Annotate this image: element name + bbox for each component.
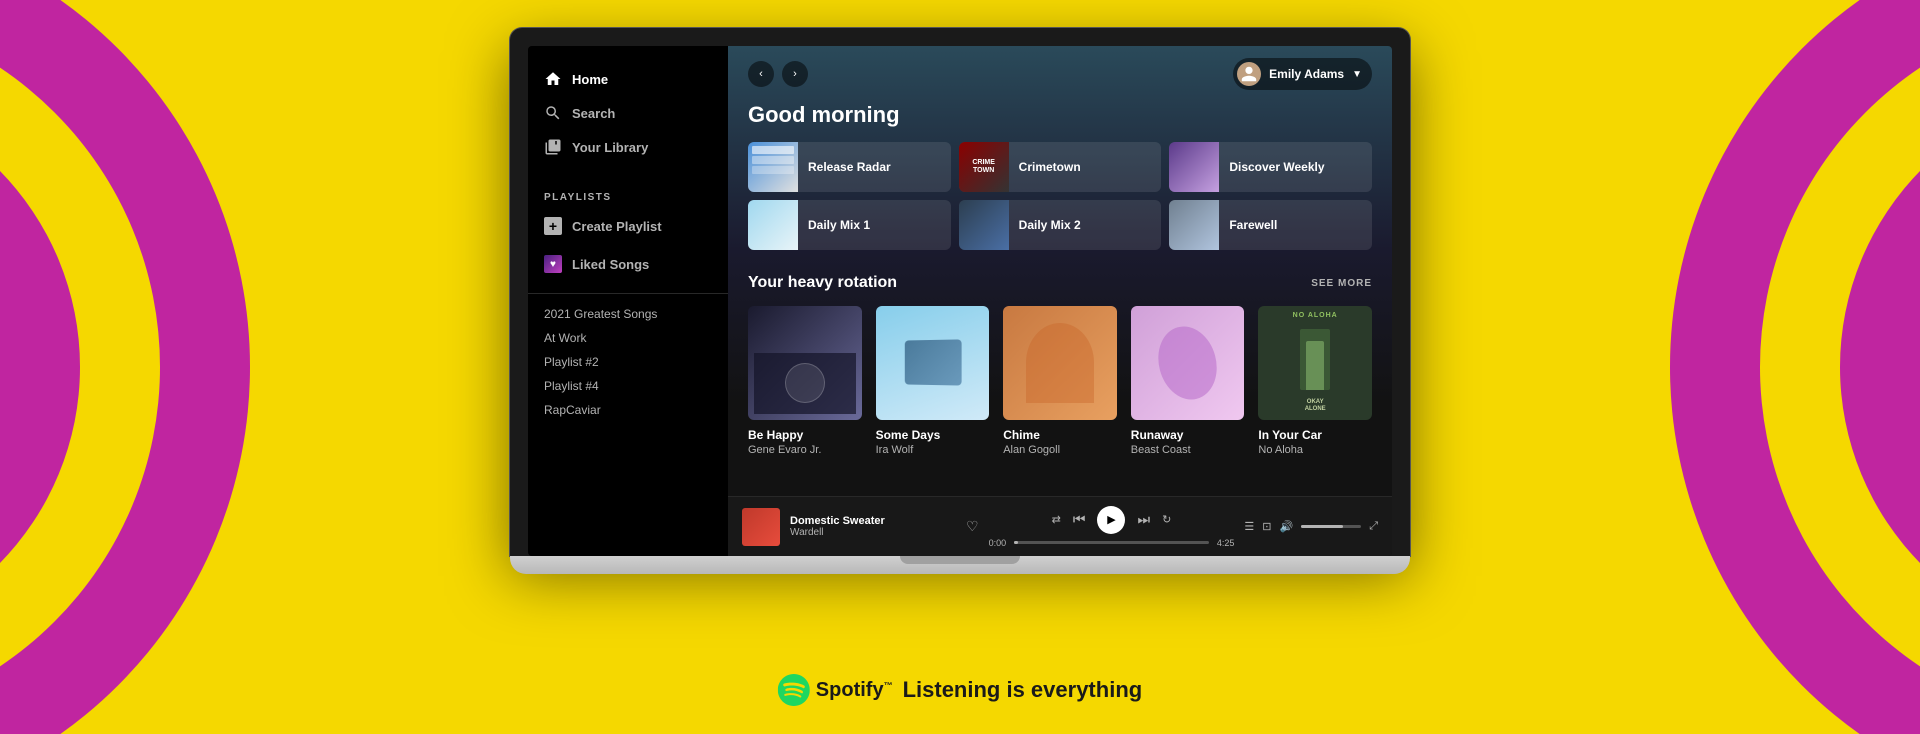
rotation-artist: Beast Coast bbox=[1131, 444, 1245, 456]
np-repeat-button[interactable]: ↻ bbox=[1162, 513, 1171, 526]
playlist-item-2[interactable]: Playlist #2 bbox=[528, 350, 728, 374]
np-extra-controls: ☰ ⊡ 🔊 ⤢ bbox=[1244, 520, 1378, 533]
rotation-title: Be Happy bbox=[748, 428, 862, 442]
user-name: Emily Adams bbox=[1269, 67, 1344, 81]
top-bar: ‹ › Emily Adams ▼ bbox=[728, 46, 1392, 102]
user-menu-chevron: ▼ bbox=[1352, 69, 1362, 80]
quick-card-label: Daily Mix 1 bbox=[808, 218, 870, 232]
np-controls: ⇄ ⏮ ▶ ⏭ ↻ 0:00 4:25 bbox=[989, 506, 1235, 548]
rotation-card-chime[interactable]: Chime Alan Gogoll bbox=[1003, 306, 1117, 456]
spotify-branding: Spotify™ Listening is everything bbox=[778, 674, 1142, 706]
quick-card-label: Release Radar bbox=[808, 160, 891, 174]
np-track-name: Domestic Sweater bbox=[790, 515, 950, 527]
np-progress-bar[interactable]: 0:00 4:25 bbox=[989, 538, 1235, 548]
user-avatar bbox=[1237, 62, 1261, 86]
sidebar-item-home[interactable]: Home bbox=[528, 62, 728, 96]
sidebar: Home Search Your Library PLAYLISTS bbox=[528, 46, 728, 556]
spotify-tagline: Listening is everything bbox=[903, 677, 1143, 703]
np-queue-icon[interactable]: ☰ bbox=[1244, 520, 1254, 533]
np-buttons: ⇄ ⏮ ▶ ⏭ ↻ bbox=[1052, 506, 1172, 534]
rotation-title: Some Days bbox=[876, 428, 990, 442]
rotation-artist: No Aloha bbox=[1258, 444, 1372, 456]
quick-card-discover-weekly[interactable]: Discover Weekly bbox=[1169, 142, 1372, 192]
main-content: ‹ › Emily Adams ▼ Good mor bbox=[728, 46, 1392, 556]
playlist-item-3[interactable]: Playlist #4 bbox=[528, 374, 728, 398]
np-next-button[interactable]: ⏭ bbox=[1137, 511, 1150, 528]
quick-card-label: Farewell bbox=[1229, 218, 1277, 232]
nav-buttons: ‹ › bbox=[748, 61, 808, 87]
np-prev-button[interactable]: ⏮ bbox=[1073, 511, 1086, 528]
rotation-artist: Ira Wolf bbox=[876, 444, 990, 456]
rotation-title: Chime bbox=[1003, 428, 1117, 442]
np-volume-icon[interactable]: 🔊 bbox=[1279, 520, 1293, 533]
greeting: Good morning bbox=[748, 102, 1372, 128]
progress-fill bbox=[1014, 541, 1018, 544]
quick-card-label: Crimetown bbox=[1019, 160, 1081, 174]
np-fullscreen-icon[interactable]: ⤢ bbox=[1369, 520, 1378, 533]
laptop-base bbox=[510, 556, 1410, 574]
np-shuffle-button[interactable]: ⇄ bbox=[1052, 513, 1061, 526]
spotify-logo: Spotify™ bbox=[778, 674, 893, 706]
quick-card-label: Daily Mix 2 bbox=[1019, 218, 1081, 232]
nav-forward-button[interactable]: › bbox=[782, 61, 808, 87]
np-volume-bar[interactable] bbox=[1301, 525, 1361, 528]
quick-card-daily-mix-1[interactable]: Daily Mix 1 bbox=[748, 200, 951, 250]
rotation-artist: Alan Gogoll bbox=[1003, 444, 1117, 456]
np-album-art bbox=[742, 508, 780, 546]
rotation-card-runaway[interactable]: Runaway Beast Coast bbox=[1131, 306, 1245, 456]
np-heart-button[interactable]: ♡ bbox=[966, 518, 979, 535]
playlist-item-1[interactable]: At Work bbox=[528, 326, 728, 350]
np-current-time: 0:00 bbox=[989, 538, 1007, 548]
content-area: Good morning bbox=[728, 102, 1392, 496]
quick-card-crimetown[interactable]: CRIMETOWN Crimetown bbox=[959, 142, 1162, 192]
liked-songs-action[interactable]: ♥ Liked Songs bbox=[528, 247, 728, 281]
np-devices-icon[interactable]: ⊡ bbox=[1262, 520, 1271, 533]
quick-card-daily-mix-2[interactable]: Daily Mix 2 bbox=[959, 200, 1162, 250]
np-track-info: Domestic Sweater Wardell bbox=[790, 515, 950, 538]
rotation-title: Runaway bbox=[1131, 428, 1245, 442]
quick-card-release-radar[interactable]: Release Radar bbox=[748, 142, 951, 192]
create-playlist-action[interactable]: + Create Playlist bbox=[528, 209, 728, 243]
progress-track[interactable] bbox=[1014, 541, 1209, 544]
see-more-button[interactable]: SEE MORE bbox=[1311, 278, 1372, 289]
rotation-artist: Gene Evaro Jr. bbox=[748, 444, 862, 456]
rotation-card-in-your-car[interactable]: NO ALOHA OKAYALONE In Your Car No Aloha bbox=[1258, 306, 1372, 456]
playlists-section-label: PLAYLISTS bbox=[528, 180, 728, 209]
quick-card-farewell[interactable]: Farewell bbox=[1169, 200, 1372, 250]
heavy-rotation-section-header: Your heavy rotation SEE MORE bbox=[748, 274, 1372, 292]
rotation-card-be-happy[interactable]: Be Happy Gene Evaro Jr. bbox=[748, 306, 862, 456]
sidebar-item-library[interactable]: Your Library bbox=[528, 130, 728, 164]
quick-picks-grid: Release Radar CRIMETOWN Crimetown bbox=[748, 142, 1372, 250]
rotation-grid: Be Happy Gene Evaro Jr. Some Days Ira Wo… bbox=[748, 306, 1372, 456]
rotation-card-some-days[interactable]: Some Days Ira Wolf bbox=[876, 306, 990, 456]
sidebar-item-search[interactable]: Search bbox=[528, 96, 728, 130]
quick-card-label: Discover Weekly bbox=[1229, 160, 1324, 174]
playlist-item-0[interactable]: 2021 Greatest Songs bbox=[528, 302, 728, 326]
heavy-rotation-title: Your heavy rotation bbox=[748, 274, 897, 292]
nav-back-button[interactable]: ‹ bbox=[748, 61, 774, 87]
now-playing-bar: Domestic Sweater Wardell ♡ ⇄ ⏮ ▶ ⏭ ↻ bbox=[728, 496, 1392, 556]
sidebar-nav: Home Search Your Library bbox=[528, 62, 728, 164]
rotation-title: In Your Car bbox=[1258, 428, 1372, 442]
user-menu[interactable]: Emily Adams ▼ bbox=[1233, 58, 1372, 90]
spotify-logo-text: Spotify™ bbox=[816, 679, 893, 702]
np-total-time: 4:25 bbox=[1217, 538, 1235, 548]
np-artist-name: Wardell bbox=[790, 527, 950, 538]
np-play-button[interactable]: ▶ bbox=[1097, 506, 1125, 534]
playlist-item-4[interactable]: RapCaviar bbox=[528, 398, 728, 422]
